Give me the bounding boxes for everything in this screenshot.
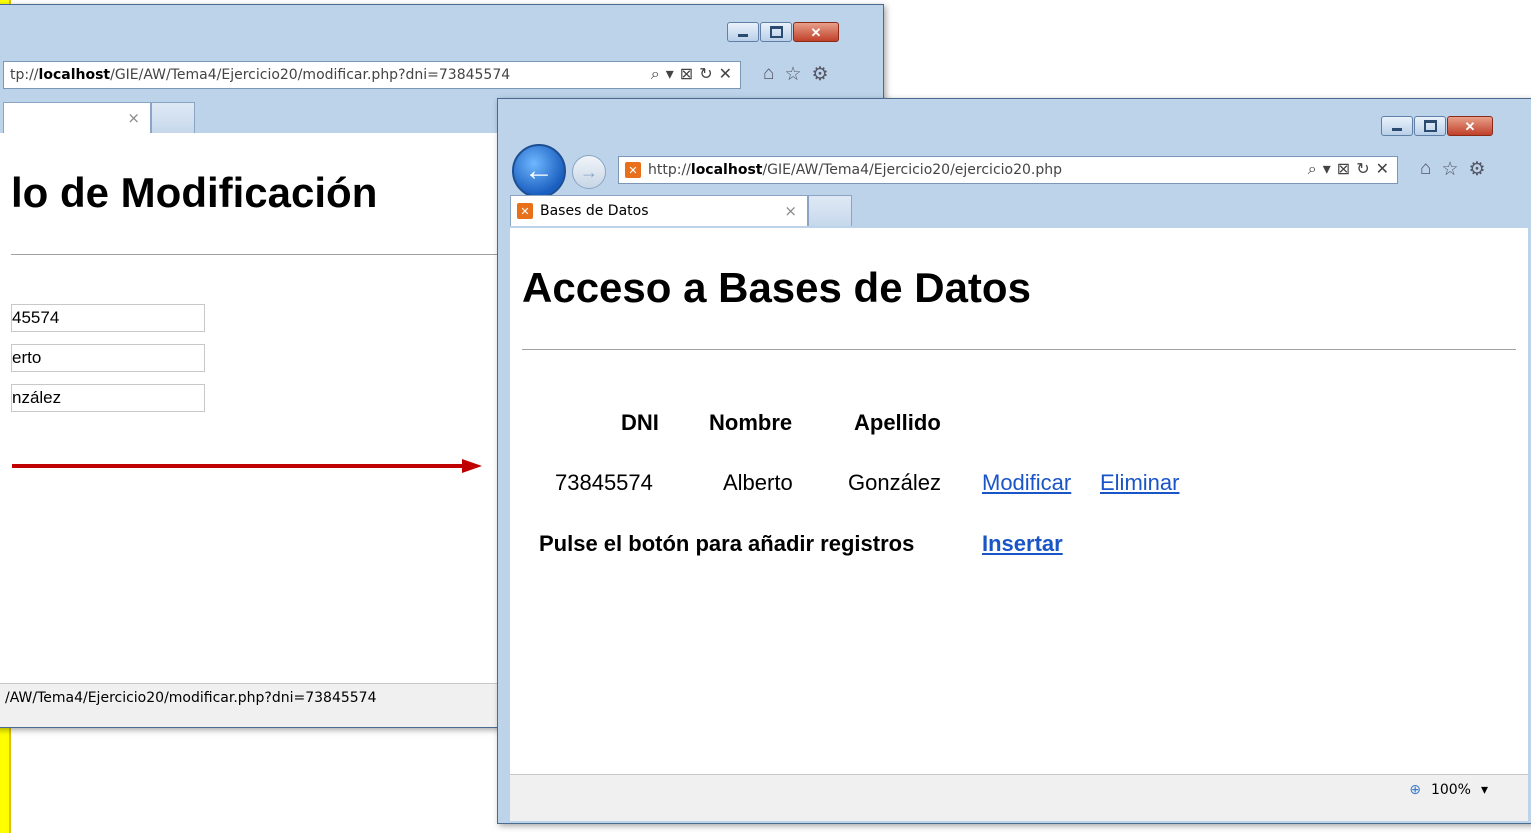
dropdown-icon[interactable]: ▾	[666, 64, 674, 84]
address-bar[interactable]: tp://localhost/GIE/AW/Tema4/Ejercicio20/…	[3, 61, 741, 89]
page-title: lo de Modificación	[11, 169, 378, 216]
minimize-icon	[738, 33, 748, 37]
cell-dni: 73845574	[555, 470, 653, 495]
insert-link[interactable]: Insertar	[982, 531, 1063, 557]
url-path: /GIE/AW/Tema4/Ejercicio20/modificar.php?…	[110, 67, 511, 83]
modify-link[interactable]: Modificar	[982, 470, 1071, 496]
status-bar: ⊕ 100% ▾	[510, 774, 1528, 821]
new-tab-button[interactable]	[808, 195, 852, 226]
close-icon: ✕	[810, 24, 822, 40]
compatibility-icon[interactable]: ⊠	[1337, 159, 1350, 179]
dropdown-icon[interactable]: ▾	[1323, 159, 1331, 179]
browser-tools: ⌂ ☆ ⚙	[1420, 158, 1486, 181]
delete-link[interactable]: Eliminar	[1100, 470, 1179, 496]
minimize-button[interactable]	[727, 22, 759, 42]
maximize-icon	[769, 26, 783, 38]
address-tools: ⌕ ▾ ⊠ ↻ ✕	[1308, 159, 1389, 179]
stop-icon[interactable]: ✕	[1376, 159, 1389, 179]
search-icon[interactable]: ⌕	[1308, 159, 1317, 179]
page-title: Acceso a Bases de Datos	[522, 264, 1031, 311]
zoom-level: 100%	[1430, 782, 1471, 798]
refresh-icon[interactable]: ↻	[699, 64, 712, 84]
minimize-button[interactable]	[1381, 116, 1413, 136]
status-url: /AW/Tema4/Ejercicio20/modificar.php?dni=…	[5, 690, 377, 706]
forward-arrow-icon: →	[580, 161, 598, 182]
address-bar[interactable]: ✕ http://localhost/GIE/AW/Tema4/Ejercicio…	[618, 156, 1398, 184]
settings-gear-icon[interactable]: ⚙	[812, 63, 829, 86]
url-host: localhost	[38, 67, 111, 83]
close-button[interactable]: ✕	[793, 22, 839, 42]
front-browser-window: ✕ ← → ✕ http://localhost/GIE/AW/Tema4/Eje…	[497, 98, 1531, 824]
maximize-button[interactable]	[760, 22, 792, 42]
favorites-icon[interactable]: ☆	[784, 63, 801, 86]
dni-field[interactable]: 45574	[11, 304, 205, 332]
apellido-field[interactable]: nzález	[11, 384, 205, 412]
red-arrow	[12, 459, 482, 473]
maximize-button[interactable]	[1414, 116, 1446, 136]
window-controls: ✕	[726, 22, 839, 42]
maximize-icon	[1423, 120, 1437, 132]
page-content: Acceso a Bases de Datos DNI Nombre Apell…	[510, 228, 1528, 774]
tab-title: Bases de Datos	[540, 203, 649, 219]
header-nombre: Nombre	[709, 410, 793, 435]
url-host: localhost	[690, 162, 763, 178]
new-tab-button[interactable]	[151, 102, 195, 133]
cell-apellido: González	[848, 470, 941, 495]
browser-tools: ⌂ ☆ ⚙	[763, 63, 829, 86]
url-path: /GIE/AW/Tema4/Ejercicio20/ejercicio20.ph…	[762, 162, 1063, 178]
tab-close-icon[interactable]: ×	[784, 202, 797, 220]
refresh-icon[interactable]: ↻	[1356, 159, 1369, 179]
minimize-icon	[1392, 127, 1402, 131]
tab-bases-de-datos[interactable]: ✕ Bases de Datos ×	[510, 195, 808, 226]
tab-close-icon[interactable]: ×	[127, 109, 140, 127]
url-prefix: http://	[648, 162, 691, 178]
insert-prompt: Pulse el botón para añadir registros	[539, 531, 915, 556]
home-icon[interactable]: ⌂	[1420, 158, 1431, 181]
back-button[interactable]: ←	[512, 144, 566, 198]
search-icon[interactable]: ⌕	[651, 64, 660, 84]
tab-favicon-icon: ✕	[517, 203, 533, 219]
zoom-icon: ⊕	[1409, 782, 1421, 798]
compatibility-icon[interactable]: ⊠	[680, 64, 693, 84]
back-arrow-icon: ←	[524, 154, 554, 187]
forward-button[interactable]: →	[572, 155, 606, 189]
cell-nombre: Alberto	[723, 470, 793, 495]
settings-gear-icon[interactable]: ⚙	[1469, 158, 1486, 181]
tab-modificar[interactable]: ×	[3, 102, 151, 133]
home-icon[interactable]: ⌂	[763, 63, 774, 86]
nombre-field[interactable]: erto	[11, 344, 205, 372]
divider	[522, 349, 1516, 350]
site-favicon-icon: ✕	[625, 162, 641, 178]
zoom-control[interactable]: ⊕ 100% ▾	[1409, 782, 1488, 798]
stop-icon[interactable]: ✕	[719, 64, 732, 84]
header-dni: DNI	[621, 410, 659, 435]
window-controls: ✕	[1380, 116, 1493, 136]
header-apellido: Apellido	[854, 410, 941, 435]
address-tools: ⌕ ▾ ⊠ ↻ ✕	[651, 64, 732, 84]
close-icon: ✕	[1464, 118, 1476, 134]
url-prefix: tp://	[10, 67, 39, 83]
close-button[interactable]: ✕	[1447, 116, 1493, 136]
zoom-dropdown-icon[interactable]: ▾	[1481, 782, 1488, 798]
favorites-icon[interactable]: ☆	[1441, 158, 1458, 181]
